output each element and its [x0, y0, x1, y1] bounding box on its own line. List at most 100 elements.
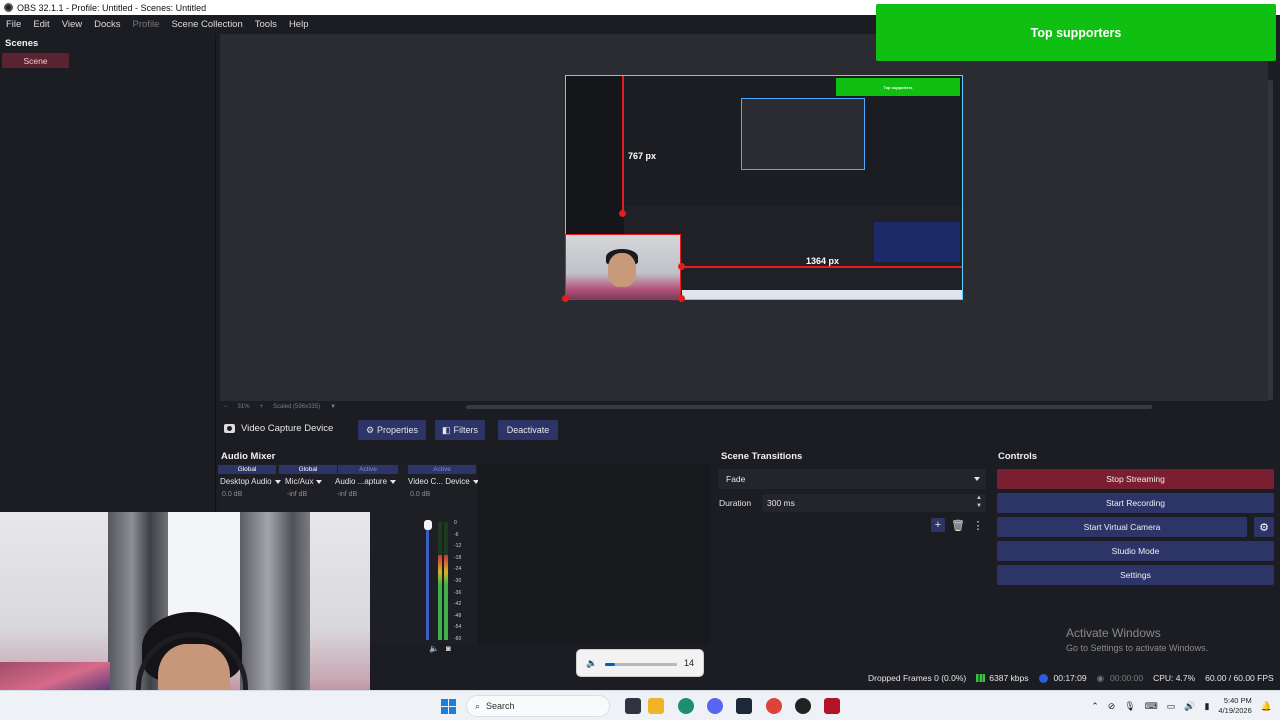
taskbar-date: 4/19/2026	[1218, 706, 1252, 715]
selected-webcam-source[interactable]	[565, 234, 681, 300]
audio-level-meter	[438, 522, 442, 640]
speaker-icon[interactable]: 🔉	[586, 658, 597, 669]
properties-button[interactable]: ⚙ Properties	[358, 420, 426, 440]
chevron-up-icon[interactable]: ⌃	[1091, 701, 1099, 712]
nested-obs-controls	[874, 222, 960, 262]
transition-menu-button[interactable]: ⋮	[971, 518, 985, 532]
db-scale-tick: -30	[454, 578, 462, 584]
settings-button[interactable]: Settings	[997, 565, 1274, 585]
menu-edit[interactable]: Edit	[33, 19, 49, 30]
channel-db-readout: 0.0 dB	[222, 491, 243, 498]
window-title: OBS 32.1.1 - Profile: Untitled - Scenes:…	[17, 2, 207, 13]
duration-input[interactable]: 300 ms ▲ ▼	[762, 494, 986, 512]
menu-file[interactable]: File	[6, 19, 21, 30]
resize-handle-bottom-left[interactable]	[562, 295, 569, 302]
steam-icon[interactable]	[736, 698, 752, 714]
volume-fader-track[interactable]	[426, 522, 429, 640]
audio-level-meter	[444, 522, 448, 640]
menu-view[interactable]: View	[62, 19, 82, 30]
plus-icon: +	[934, 519, 942, 531]
volume-slider[interactable]	[605, 663, 677, 666]
db-scale-tick: -42	[454, 601, 462, 608]
resize-handle-right[interactable]	[678, 263, 685, 270]
preview-vertical-scrollbar[interactable]	[1268, 80, 1273, 400]
resize-handle-bottom-right[interactable]	[678, 295, 685, 302]
resize-handle-top[interactable]	[619, 210, 626, 217]
live-icon	[1038, 673, 1048, 683]
selected-source: Video Capture Device	[224, 423, 333, 434]
record-icon: ◉	[1096, 672, 1105, 683]
task-view-icon[interactable]	[625, 698, 641, 714]
volume-icon[interactable]: 🔊	[1184, 701, 1195, 712]
microphone-icon[interactable]: 🎙	[1124, 701, 1135, 712]
adobe-app-icon[interactable]	[824, 698, 840, 714]
keyboard-icon[interactable]: ⌨	[1145, 701, 1158, 712]
chevron-up-icon[interactable]: ▲	[976, 495, 982, 501]
scale-dropdown-icon[interactable]: ▼	[330, 404, 336, 410]
start-recording-button[interactable]: Start Recording	[997, 493, 1274, 513]
discord-icon[interactable]	[707, 698, 723, 714]
db-scale-tick: 0	[454, 520, 457, 526]
channel-status-badge: Global	[279, 465, 337, 474]
obs-logo-icon	[4, 3, 13, 12]
battery-icon[interactable]: ▮	[1204, 701, 1209, 712]
preview-horizontal-scrollbar[interactable]	[466, 405, 1152, 409]
headphones-icon[interactable]: ◙	[446, 644, 451, 653]
channel-name: Audio ...apture	[335, 477, 388, 486]
deactivate-button[interactable]: Deactivate	[498, 420, 558, 440]
speaker-icon[interactable]: 🔈	[429, 644, 439, 653]
source-toolbar: Video Capture Device ⚙ Properties ◧ Filt…	[216, 419, 1280, 441]
horizontal-distance-label: 1364 px	[806, 256, 840, 266]
scenes-dock: Scenes Scene	[0, 34, 216, 512]
zoom-in-icon[interactable]: +	[260, 404, 264, 410]
trash-icon: 🗑	[951, 519, 965, 532]
notifications-icon[interactable]: 🔔	[1261, 701, 1272, 712]
menu-scene-collection[interactable]: Scene Collection	[171, 19, 242, 30]
edge-browser-icon[interactable]	[678, 698, 694, 714]
studio-mode-button[interactable]: Studio Mode	[997, 541, 1274, 561]
nested-supporters-overlay: Top supporters	[836, 78, 960, 96]
chrome-icon[interactable]	[766, 698, 782, 714]
menu-docks[interactable]: Docks	[94, 19, 120, 30]
channel-db-readout: 0.0 dB	[410, 491, 431, 498]
menu-tools[interactable]: Tools	[255, 19, 277, 30]
network-icon[interactable]: ▭	[1167, 701, 1176, 712]
zoom-out-icon[interactable]: −	[224, 404, 228, 410]
db-scale-tick: -18	[454, 554, 462, 561]
chevron-down-icon[interactable]: ▼	[976, 503, 982, 509]
transition-select[interactable]: Fade	[718, 469, 986, 489]
channel-db-readout: -inf dB	[287, 491, 308, 498]
windows-start-icon[interactable]	[441, 699, 456, 714]
volume-fader-handle[interactable]	[424, 520, 432, 530]
obs-taskbar-icon[interactable]	[795, 698, 811, 714]
channel-audio-capture[interactable]: Audio ...apture	[335, 477, 397, 486]
vertical-distance-guide	[622, 76, 624, 215]
channel-status-badge: Global	[218, 465, 276, 474]
audio-mixer-empty-area	[478, 464, 710, 644]
channel-video-capture[interactable]: Video C... Device	[408, 477, 479, 486]
channel-name: Mic/Aux	[285, 477, 314, 486]
tray-app-icon[interactable]: ⊘	[1108, 701, 1116, 712]
filters-button[interactable]: ◧ Filters	[435, 420, 485, 440]
cpu-usage: CPU: 4.7%	[1153, 673, 1196, 683]
channel-mic-aux[interactable]: Mic/Aux	[285, 477, 323, 486]
chevron-down-icon	[974, 477, 980, 481]
virtual-camera-settings-button[interactable]: ⚙	[1254, 517, 1274, 537]
stop-streaming-button[interactable]: Stop Streaming	[997, 469, 1274, 489]
start-virtual-camera-button[interactable]: Start Virtual Camera	[997, 517, 1247, 537]
taskbar-search[interactable]: ⌕ Search	[466, 695, 610, 717]
selected-source-name: Video Capture Device	[241, 423, 334, 434]
audio-mixer-title: Audio Mixer	[221, 451, 276, 462]
fps-readout: 60.00 / 60.00 FPS	[1205, 673, 1274, 683]
channel-desktop-audio[interactable]: Desktop Audio	[220, 477, 281, 486]
add-transition-button[interactable]: +	[931, 518, 945, 532]
filters-button-label: Filters	[453, 425, 479, 435]
menu-help[interactable]: Help	[289, 19, 309, 30]
taskbar-clock[interactable]: 5:40 PM 4/19/2026	[1218, 696, 1251, 716]
file-explorer-icon[interactable]	[648, 698, 664, 714]
scene-list-item[interactable]: Scene	[2, 53, 69, 68]
chevron-down-icon	[316, 479, 323, 484]
stream-time: 00:17:09	[1053, 673, 1087, 683]
remove-transition-button[interactable]: 🗑	[951, 518, 965, 532]
audio-level-fill	[438, 555, 442, 640]
